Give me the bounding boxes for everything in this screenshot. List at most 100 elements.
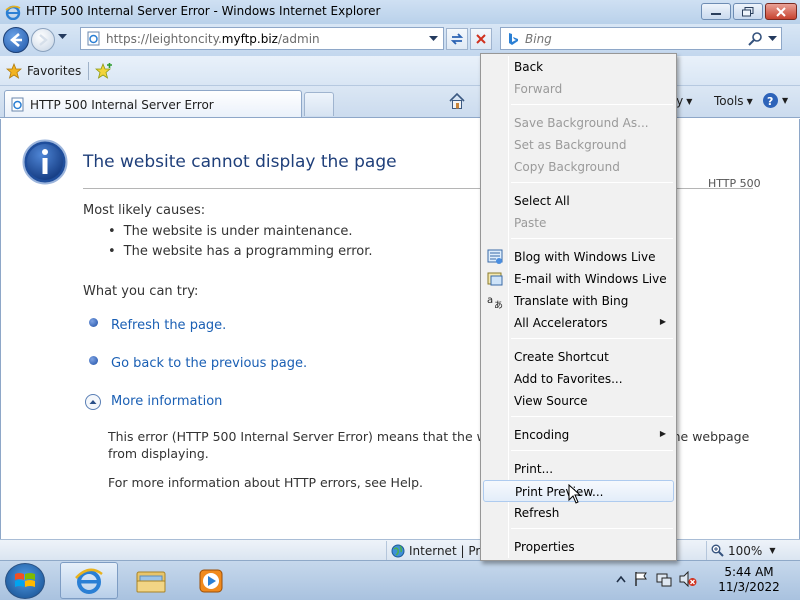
menu-item-label: Translate with Bing [514, 294, 629, 308]
help-text: For more information about HTTP errors, … [108, 475, 424, 490]
menu-item-add-to-favorites[interactable]: Add to Favorites... [483, 368, 674, 390]
http-error-code: HTTP 500 [708, 177, 761, 190]
menu-item-view-source[interactable]: View Source [483, 390, 674, 412]
menu-item-label: Print Preview... [515, 485, 604, 499]
menu-item-label: Back [514, 60, 544, 74]
menu-item-label: E-mail with Windows Live [514, 272, 667, 286]
stop-button[interactable] [470, 28, 492, 50]
arrow-right-icon [39, 34, 48, 46]
menu-separator [511, 416, 673, 417]
menu-item-label: Set as Background [514, 138, 627, 152]
menu-item-label: Blog with Windows Live [514, 250, 656, 264]
menu-item-label: Refresh [514, 506, 560, 520]
help-button[interactable]: ? ▼ [762, 92, 788, 109]
menu-item-print[interactable]: Print... [483, 458, 674, 480]
bullet-icon [89, 356, 98, 365]
maximize-button[interactable] [733, 3, 763, 20]
home-icon[interactable] [448, 92, 466, 110]
svg-text:a: a [487, 295, 493, 306]
start-button[interactable] [5, 563, 45, 599]
tools-menu[interactable]: Tools ▼ [714, 94, 753, 108]
search-input[interactable] [525, 30, 745, 47]
menu-item-create-shortcut[interactable]: Create Shortcut [483, 346, 674, 368]
svg-text:あ: あ [494, 300, 503, 309]
security-zone[interactable]: Internet | Prot [386, 541, 492, 560]
cause-item: The website has a programming error. [108, 244, 373, 259]
arrow-left-icon [10, 33, 22, 47]
media-player-icon [199, 569, 223, 592]
menu-separator [511, 104, 673, 105]
globe-icon [391, 544, 405, 557]
show-hidden-icons-icon[interactable] [616, 575, 626, 583]
menu-item-select-all[interactable]: Select All [483, 190, 674, 212]
ie-logo-icon [75, 568, 103, 594]
menu-item-refresh[interactable]: Refresh [483, 502, 674, 524]
clock[interactable]: 5:44 AM 11/3/2022 [708, 565, 790, 595]
bullet-icon [89, 318, 98, 327]
recent-pages-dropdown-icon[interactable] [58, 34, 67, 40]
menu-item-save-background[interactable]: Save Background As... [483, 112, 674, 134]
tab-http-500[interactable]: HTTP 500 Internal Server Error [4, 90, 302, 117]
taskbar-internet-explorer[interactable] [60, 562, 118, 599]
go-back-link[interactable]: Go back to the previous page. [111, 356, 307, 371]
minimize-icon [711, 12, 721, 15]
menu-item-email-with-windows-live[interactable]: E-mail with Windows Live [483, 268, 674, 290]
tab-bar: HTTP 500 Internal Server Error ety▼ Tool… [0, 86, 800, 118]
menu-item-all-accelerators[interactable]: All Accelerators ▶ [483, 312, 674, 334]
page-icon [11, 97, 24, 112]
window-title: HTTP 500 Internal Server Error - Windows… [26, 4, 381, 18]
menu-item-back[interactable]: Back [483, 56, 674, 78]
menu-item-paste[interactable]: Paste [483, 212, 674, 234]
menu-separator [511, 182, 673, 183]
favorites-button[interactable]: Favorites [6, 62, 81, 80]
bing-icon [509, 33, 518, 45]
address-bar[interactable]: https://leightoncity.myftp.biz/admin [80, 27, 444, 50]
taskbar-windows-explorer[interactable] [122, 562, 180, 599]
refresh-page-link[interactable]: Refresh the page. [111, 318, 226, 333]
network-icon[interactable] [656, 571, 672, 587]
back-button[interactable] [3, 27, 29, 53]
menu-item-label: Print... [514, 462, 554, 476]
menu-separator [511, 528, 673, 529]
chevron-down-icon: ▼ [769, 546, 776, 555]
menu-item-forward[interactable]: Forward [483, 78, 674, 100]
restore-icon [742, 6, 754, 16]
zoom-control[interactable]: 100% ▼ [706, 541, 775, 560]
search-box[interactable] [500, 27, 782, 50]
clock-date: 11/3/2022 [718, 580, 780, 594]
tab-label: HTTP 500 Internal Server Error [30, 98, 214, 112]
menu-separator [511, 338, 673, 339]
menu-item-set-as-background[interactable]: Set as Background [483, 134, 674, 156]
action-center-flag-icon[interactable] [633, 571, 649, 587]
taskbar-media-player[interactable] [182, 562, 240, 599]
favorites-label: Favorites [27, 64, 82, 78]
blog-icon [487, 249, 503, 264]
expand-more-info-button[interactable] [85, 394, 101, 410]
menu-item-encoding[interactable]: Encoding ▶ [483, 424, 674, 446]
mouse-cursor-icon [568, 484, 582, 504]
menu-item-translate-with-bing[interactable]: aあ Translate with Bing [483, 290, 674, 312]
new-tab-button[interactable] [304, 92, 334, 116]
close-button[interactable] [765, 3, 797, 20]
menu-item-blog-with-windows-live[interactable]: Blog with Windows Live [483, 246, 674, 268]
search-options-dropdown-icon[interactable] [768, 36, 777, 42]
compatibility-view-button[interactable] [446, 28, 468, 50]
menu-separator [511, 238, 673, 239]
translate-icon: aあ [487, 295, 503, 309]
windows-logo-icon [15, 573, 35, 587]
add-to-favorites-bar-icon[interactable] [95, 63, 113, 79]
search-icon[interactable] [748, 31, 763, 46]
menu-item-label: Properties [514, 540, 575, 554]
minimize-button[interactable] [701, 3, 731, 20]
volume-muted-icon[interactable] [679, 571, 697, 587]
forward-button[interactable] [31, 28, 55, 52]
system-tray [616, 571, 697, 587]
address-dropdown-icon[interactable] [429, 36, 438, 42]
more-information-link[interactable]: More information [111, 394, 222, 409]
url-prefix: https://leightoncity. [106, 32, 222, 46]
menu-item-properties[interactable]: Properties [483, 536, 674, 558]
menu-separator [511, 450, 673, 451]
menu-item-copy-background[interactable]: Copy Background [483, 156, 674, 178]
menu-item-label: Select All [514, 194, 570, 208]
star-icon [6, 63, 22, 79]
